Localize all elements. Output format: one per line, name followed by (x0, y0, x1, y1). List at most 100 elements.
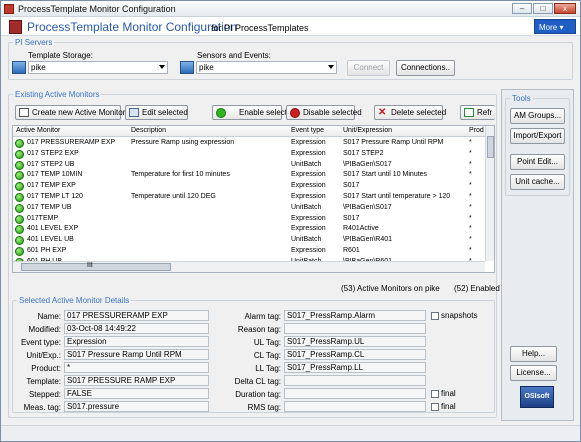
table-row[interactable]: 017 TEMP EXP Expression S017 * (13, 181, 485, 192)
refresh-button[interactable]: Refr (460, 105, 495, 120)
cell-active-monitor: 401 LEVEL UB (27, 236, 74, 244)
table-row[interactable]: 017 STEP2 UB UnitBatch \PIBaGen\S017 * (13, 160, 485, 171)
status-green-dot-icon (15, 247, 24, 256)
column-header-description[interactable]: Description (131, 127, 166, 134)
details-legend: Selected Active Monitor Details (19, 296, 130, 305)
table-row[interactable]: 401 LEVEL EXP Expression R401Active * (13, 224, 485, 235)
table-row[interactable]: 401 LEVEL UB UnitBatch \PIBaGen\R401 * (13, 235, 485, 246)
delete-selected-label: Delete selected (391, 108, 447, 117)
name-field: 017 PRESSURERAMP EXP (64, 310, 209, 321)
event-type-label: Event type: (20, 338, 61, 347)
final-duration-label: final (441, 389, 456, 398)
delete-selected-button[interactable]: ✕ Delete selected (374, 105, 447, 120)
cell-product: * (469, 225, 472, 233)
cell-event-type: Expression (291, 149, 326, 157)
enabled-count-status: (52) Enabled (454, 284, 500, 293)
table-row[interactable]: 017 STEP2 EXP Expression S017 STEP2 * (13, 149, 485, 160)
delete-x-icon: ✕ (378, 107, 387, 118)
alarm-tag-label: Alarm tag: (244, 312, 281, 321)
column-header-active-monitor[interactable]: Active Monitor (16, 127, 60, 134)
template-field: S017 PRESSURE RAMP EXP (64, 375, 209, 386)
disable-selected-label: Disable selected (303, 108, 362, 117)
license-button[interactable]: License... (510, 365, 557, 381)
cell-event-type: Expression (291, 214, 326, 222)
cell-event-type: Expression (291, 193, 326, 200)
table-row[interactable]: 017 TEMP LT 120 Temperature until 120 DEG… (13, 192, 485, 203)
cell-unit-expression: \PIBaGen\S017 (343, 160, 392, 168)
cell-unit-expression: S017 (343, 182, 360, 190)
cell-active-monitor: 017 STEP2 EXP (27, 149, 79, 157)
enable-selected-button[interactable]: Enable selected (212, 105, 296, 120)
maximize-button[interactable]: □ (533, 3, 553, 14)
horizontal-scrollbar[interactable]: III (13, 261, 485, 272)
import-export-button[interactable]: Import/Export (510, 128, 565, 144)
table-row[interactable]: 601 PH EXP Expression R601 * (13, 246, 485, 257)
minimize-button[interactable]: – (512, 3, 532, 14)
cell-product: * (469, 247, 472, 254)
final-duration-checkbox[interactable] (431, 390, 439, 398)
connect-button[interactable]: Connect (347, 60, 390, 76)
refresh-icon (464, 108, 474, 117)
more-label: More (539, 23, 558, 32)
cell-product: * (469, 193, 472, 200)
event-type-field: Expression (64, 336, 209, 347)
product-label: Product: (31, 364, 61, 373)
cell-unit-expression: R601 (343, 247, 360, 254)
sensors-events-select[interactable]: pike (196, 61, 337, 74)
column-header-product[interactable]: Prod (469, 127, 484, 134)
close-button[interactable]: x (554, 3, 576, 14)
point-edit-button[interactable]: Point Edit... (510, 154, 565, 170)
table-row[interactable]: 017TEMP Expression S017 * (13, 214, 485, 225)
cell-unit-expression: R401Active (343, 225, 379, 233)
cell-unit-expression: \PIBaGen\S017 (343, 203, 392, 211)
more-menu-button[interactable]: More ▾ (534, 19, 576, 34)
unit-exp-label: Unit/Exp.: (26, 351, 61, 360)
column-header-unit-expression[interactable]: Unit/Expression (343, 127, 392, 134)
chevron-down-icon (159, 65, 165, 69)
disable-selected-button[interactable]: Disable selected (286, 105, 362, 120)
cell-product: * (469, 160, 472, 168)
table-header: Active Monitor Description Event type Un… (13, 126, 485, 137)
window-title: ProcessTemplate Monitor Configuration (18, 4, 176, 14)
cell-active-monitor: 017 STEP2 UB (27, 160, 75, 168)
table-row[interactable]: 017 PRESSURERAMP EXP Pressure Ramp using … (13, 138, 485, 149)
vertical-scrollbar[interactable] (485, 126, 494, 261)
cell-description: Pressure Ramp using expression (131, 139, 235, 146)
snapshots-label: snapshots (441, 311, 478, 320)
table-row[interactable]: 017 TEMP 10MIN Temperature for first 10 m… (13, 170, 485, 181)
status-green-dot-icon (15, 214, 24, 224)
pi-servers-legend: PI Servers (15, 38, 53, 47)
column-header-event-type[interactable]: Event type (291, 127, 324, 134)
cell-product: * (469, 203, 472, 211)
help-button[interactable]: Help... (510, 346, 557, 362)
cell-active-monitor: 601 PH EXP (27, 247, 67, 254)
unit-cache-button[interactable]: Unit cache... (510, 174, 565, 190)
chevron-down-icon (328, 65, 334, 69)
connections-button[interactable]: Connections.. (396, 60, 455, 76)
existing-monitors-legend: Existing Active Monitors (15, 90, 100, 99)
snapshots-checkbox[interactable] (431, 312, 439, 320)
duration-tag-label: Duration tag: (235, 390, 281, 399)
application-window: ProcessTemplate Monitor Configuration – … (0, 0, 581, 442)
ul-tag-field: S017_PressRamp.UL (284, 336, 426, 347)
sensors-events-value: pike (199, 63, 214, 72)
cell-event-type: UnitBatch (291, 160, 322, 168)
am-groups-button[interactable]: AM Groups... (510, 108, 565, 124)
product-field: * (64, 362, 209, 373)
status-green-dot-icon (15, 225, 24, 235)
cell-product: * (469, 171, 472, 179)
cell-active-monitor: 017TEMP (27, 214, 59, 222)
alarm-tag-field: S017_PressRamp.Alarm (284, 310, 426, 321)
create-monitor-button[interactable]: Create new Active Monitor (15, 105, 125, 120)
vertical-scroll-thumb[interactable] (487, 136, 494, 158)
header-title: ProcessTemplate Monitor Configuration (27, 20, 238, 34)
table-row[interactable]: 017 TEMP UB UnitBatch \PIBaGen\S017 * (13, 203, 485, 214)
cell-event-type: Expression (291, 171, 326, 179)
edit-selected-button[interactable]: Edit selected (125, 105, 188, 120)
horizontal-scroll-thumb[interactable]: III (21, 262, 171, 271)
template-storage-select[interactable]: pike (28, 61, 168, 74)
final-rms-checkbox[interactable] (431, 403, 439, 411)
cell-unit-expression: S017 STEP2 (343, 149, 384, 157)
cell-product: * (469, 182, 472, 190)
cell-active-monitor: 017 TEMP LT 120 (27, 193, 83, 200)
